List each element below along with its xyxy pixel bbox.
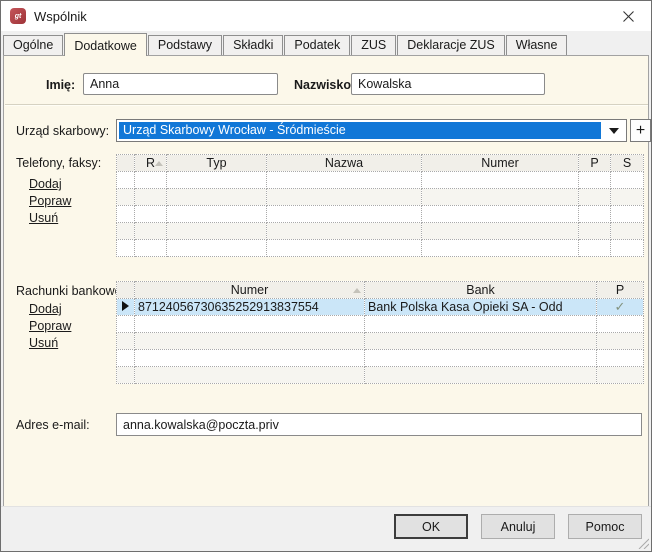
phones-delete-link[interactable]: Usuń (29, 211, 58, 225)
sort-asc-icon (155, 161, 163, 166)
tax-office-combobox[interactable]: Urząd Skarbowy Wrocław - Śródmieście (116, 119, 627, 142)
checkmark-icon: ✓ (614, 299, 626, 315)
phones-col-r[interactable]: R (134, 154, 167, 172)
phones-table: R Typ Nazwa Numer P S (116, 154, 644, 257)
tab-skladki[interactable]: Składki (223, 35, 284, 55)
phones-add-link[interactable]: Dodaj (29, 177, 62, 191)
table-row[interactable] (116, 366, 644, 384)
cancel-button[interactable]: Anuluj (481, 514, 555, 539)
table-row[interactable] (116, 332, 644, 350)
table-row[interactable] (116, 222, 644, 240)
phones-col-p[interactable]: P (578, 154, 611, 172)
selected-row-arrow-icon (122, 301, 129, 311)
tax-office-selected-value: Urząd Skarbowy Wrocław - Śródmieście (119, 122, 601, 139)
bank-edit-link[interactable]: Popraw (29, 319, 71, 333)
title-bar: gt Wspólnik (1, 1, 651, 31)
last-name-label: Nazwisko: (294, 78, 356, 92)
table-row[interactable] (116, 171, 644, 189)
bank-add-link[interactable]: Dodaj (29, 302, 62, 316)
window-title: Wspólnik (34, 9, 87, 24)
table-row[interactable] (116, 239, 644, 257)
tab-ogolne[interactable]: Ogólne (3, 35, 64, 55)
tab-zus[interactable]: ZUS (351, 35, 397, 55)
phones-col-s[interactable]: S (610, 154, 644, 172)
resize-grip[interactable] (637, 537, 649, 549)
add-tax-office-button[interactable]: + (630, 119, 651, 142)
bank-section-label: Rachunki bankowe: (16, 284, 126, 298)
email-field[interactable] (116, 413, 642, 436)
table-row[interactable] (116, 315, 644, 333)
ok-button[interactable]: OK (394, 514, 468, 539)
dialog-footer: OK Anuluj Pomoc (1, 506, 651, 551)
phones-edit-link[interactable]: Popraw (29, 194, 71, 208)
phones-col-numer[interactable]: Numer (421, 154, 579, 172)
bank-col-numer[interactable]: Numer (134, 281, 365, 299)
bank-delete-link[interactable]: Usuń (29, 336, 58, 350)
close-button[interactable] (606, 1, 651, 31)
dialog-wspolnik: gt Wspólnik Ogólne Dodatkowe Podstawy Sk… (0, 0, 652, 552)
app-icon: gt (10, 8, 26, 24)
table-row[interactable] (116, 205, 644, 223)
phones-header-row: R Typ Nazwa Numer P S (116, 154, 644, 172)
bank-account-bank-name: Bank Polska Kasa Opieki SA - Odd (364, 298, 597, 316)
phones-col-typ[interactable]: Typ (166, 154, 267, 172)
bank-accounts-table: Numer Bank P 87124056730635252913837554 … (116, 281, 644, 384)
sort-asc-icon (353, 288, 361, 293)
table-row[interactable] (116, 349, 644, 367)
close-icon (623, 10, 634, 22)
chevron-down-icon (609, 127, 619, 134)
bank-account-row-selected[interactable]: 87124056730635252913837554 Bank Polska K… (116, 298, 644, 316)
bank-account-number: 87124056730635252913837554 (134, 298, 365, 316)
first-name-label: Imię: (46, 78, 76, 92)
phones-col-rowmark[interactable] (116, 154, 135, 172)
tax-office-label: Urząd skarbowy: (16, 124, 110, 138)
tab-wlasne[interactable]: Własne (505, 35, 568, 55)
first-name-field[interactable] (83, 73, 278, 95)
email-label: Adres e-mail: (16, 418, 90, 432)
tab-podstawy[interactable]: Podstawy (147, 35, 223, 55)
tab-bar: Ogólne Dodatkowe Podstawy Składki Podate… (1, 31, 651, 56)
bank-header-row: Numer Bank P (116, 281, 644, 299)
last-name-field[interactable] (351, 73, 545, 95)
tab-deklaracje-zus[interactable]: Deklaracje ZUS (397, 35, 505, 55)
email-field-wrap (116, 413, 642, 436)
tab-podatek[interactable]: Podatek (284, 35, 351, 55)
table-row[interactable] (116, 188, 644, 206)
bank-col-p[interactable]: P (596, 281, 644, 299)
tax-office-dropdown-button[interactable] (602, 120, 626, 141)
separator (5, 104, 648, 106)
bank-col-bank[interactable]: Bank (364, 281, 597, 299)
help-button[interactable]: Pomoc (568, 514, 642, 539)
phones-col-nazwa[interactable]: Nazwa (266, 154, 422, 172)
phones-section-label: Telefony, faksy: (16, 156, 102, 170)
tab-dodatkowe[interactable]: Dodatkowe (64, 33, 147, 56)
bank-col-rowmark[interactable] (116, 281, 135, 299)
